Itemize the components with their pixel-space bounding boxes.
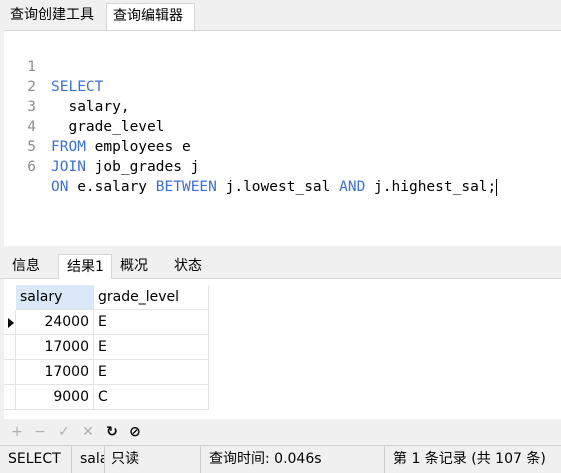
code-text: j.lowest_sal xyxy=(216,179,340,195)
column-header-grade-level[interactable]: grade_level xyxy=(94,285,209,310)
sql-editor[interactable]: 1 SELECT 2 salary, 3 grade_level 4 FROM … xyxy=(4,30,561,246)
delete-record-button[interactable]: − xyxy=(31,423,49,441)
row-indicator[interactable] xyxy=(4,310,16,335)
code-text: e.salary xyxy=(68,179,156,195)
result-grid: salary grade_level 24000 E 17000 E 17000… xyxy=(4,279,561,419)
grid-toolbar: + − ✓ ✕ ↻ ⊘ xyxy=(0,419,561,445)
code-line: 2 salary, xyxy=(4,57,129,115)
tab-profile[interactable]: 概况 xyxy=(112,254,166,279)
result-tabbar: 信息 结果1 概况 状态 xyxy=(0,252,561,280)
stop-icon[interactable]: ⊘ xyxy=(126,423,144,441)
tab-query-builder[interactable]: 查询创建工具 xyxy=(4,3,106,30)
column-header-salary[interactable]: salary xyxy=(16,285,94,310)
table-cell[interactable]: E xyxy=(94,360,209,385)
status-readonly: 只读 xyxy=(105,446,201,473)
current-row-arrow-icon xyxy=(8,318,14,328)
table-cell[interactable]: 24000 xyxy=(16,310,94,335)
table-cell[interactable]: 17000 xyxy=(16,360,94,385)
keyword: FROM xyxy=(51,139,86,155)
line-number: 6 xyxy=(27,159,36,175)
keyword: BETWEEN xyxy=(155,179,217,195)
table-cell[interactable]: C xyxy=(94,385,209,410)
code-line: 1 SELECT xyxy=(4,37,103,95)
tab-info[interactable]: 信息 xyxy=(4,254,58,279)
code-text: grade_level xyxy=(51,119,165,135)
code-text: salary, xyxy=(51,99,130,115)
apply-changes-button[interactable]: ✓ xyxy=(55,423,73,441)
code-line: 6 ON e.salary BETWEEN j.lowest_sal AND j… xyxy=(4,137,498,196)
text-caret xyxy=(496,178,498,196)
row-indicator[interactable] xyxy=(4,385,16,410)
keyword: AND xyxy=(339,179,366,195)
code-text: j.highest_sal; xyxy=(365,179,497,195)
tab-status[interactable]: 状态 xyxy=(166,254,220,279)
keyword: JOIN xyxy=(51,159,86,175)
table-cell[interactable]: E xyxy=(94,335,209,360)
keyword: SELECT xyxy=(51,79,104,95)
tab-query-editor[interactable]: 查询编辑器 xyxy=(106,3,195,31)
discard-changes-button[interactable]: ✕ xyxy=(79,423,97,441)
code-line: 5 JOIN job_grades j xyxy=(4,117,199,175)
status-sql-truncated: sala xyxy=(72,446,105,473)
table-cell[interactable]: E xyxy=(94,310,209,335)
top-tabbar: 查询创建工具 查询编辑器 xyxy=(0,0,561,31)
add-record-button[interactable]: + xyxy=(8,423,26,441)
tab-result-1[interactable]: 结果1 xyxy=(58,254,112,280)
code-line: 3 grade_level xyxy=(4,77,164,135)
row-indicator[interactable] xyxy=(4,335,16,360)
row-indicator[interactable] xyxy=(4,360,16,385)
status-record-count: 第 1 条记录 (共 107 条) xyxy=(393,451,546,467)
status-bar: SELECT sala 只读 查询时间: 0.046s 第 1 条记录 (共 1… xyxy=(0,445,561,473)
status-query-time: 查询时间: 0.046s xyxy=(201,446,385,473)
table-cell[interactable]: 9000 xyxy=(16,385,94,410)
code-text: employees e xyxy=(85,139,191,155)
code-line: 4 FROM employees e xyxy=(4,97,190,155)
table-cell[interactable]: 17000 xyxy=(16,335,94,360)
refresh-icon[interactable]: ↻ xyxy=(103,423,121,441)
keyword: ON xyxy=(51,179,69,195)
status-sql: SELECT xyxy=(0,446,72,473)
code-text: job_grades j xyxy=(85,159,200,175)
